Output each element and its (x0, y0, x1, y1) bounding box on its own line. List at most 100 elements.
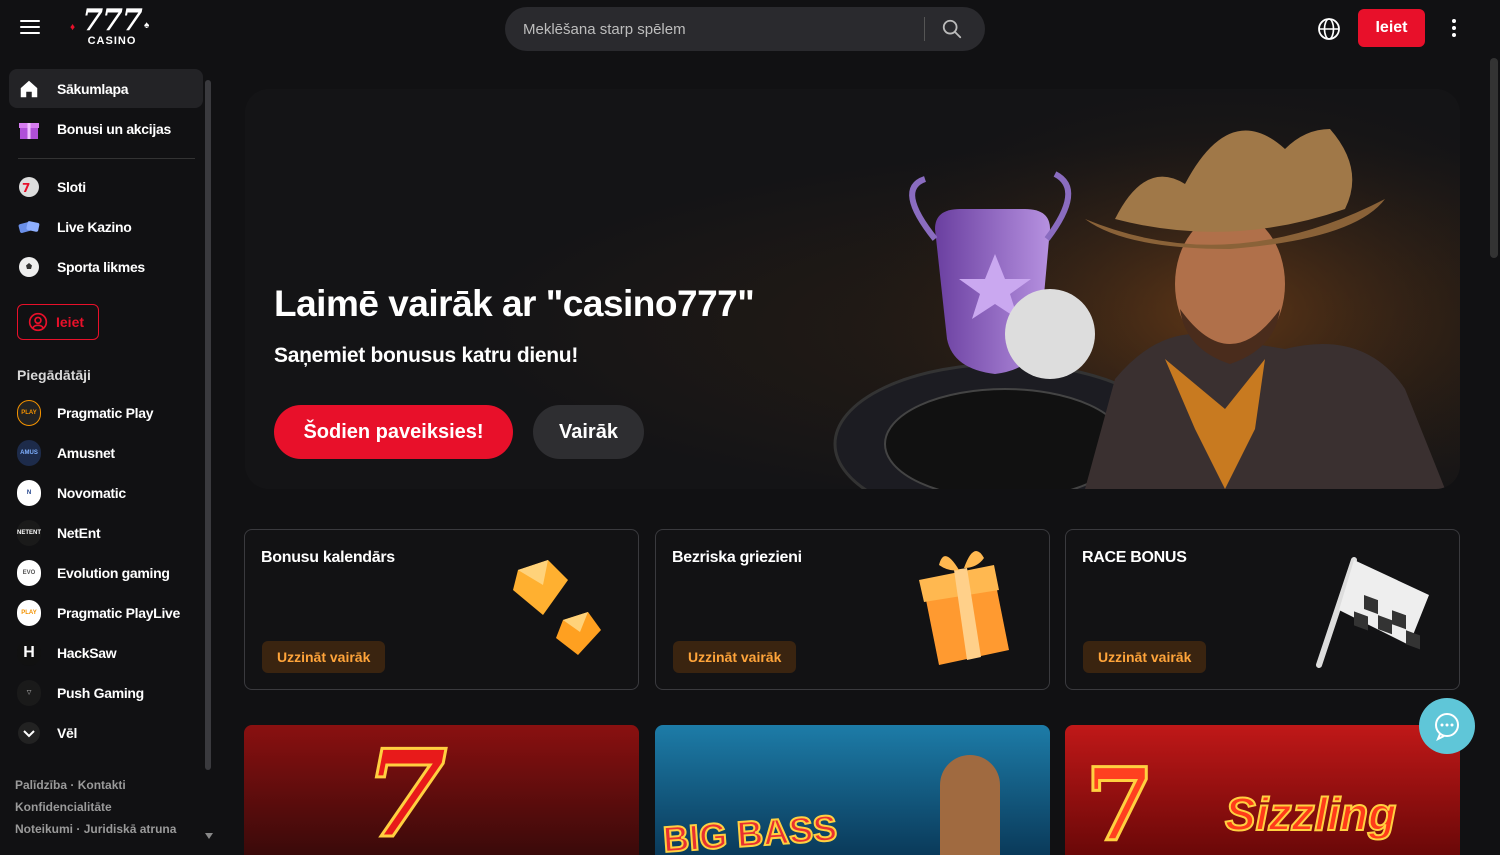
help-link[interactable]: Palīdzība (15, 778, 67, 792)
sidebar-item-label: Sākumlapa (57, 80, 129, 97)
sidebar-item-label: NetEnt (57, 524, 101, 541)
hero-subtitle: Saņemiet bonusus katru dienu! (274, 344, 579, 367)
promo-card-risk-free-spins[interactable]: Bezriska griezieni Uzzināt vairāk (655, 529, 1050, 690)
footer-links-row-2: Konfidencialitāte (15, 800, 112, 814)
more-button[interactable]: Vairāk (533, 405, 644, 459)
terms-link[interactable]: Noteikumi (15, 822, 73, 836)
live-casino-icon (17, 215, 41, 239)
casino777-logo[interactable]: ♦ 777 ♠ CASINO (70, 6, 154, 50)
sidebar-login-button[interactable]: Ieiet (17, 304, 99, 340)
scroll-down-arrow-icon[interactable] (205, 833, 213, 839)
promo-title: Bonusu kalendārs (261, 549, 395, 566)
promo-card-bonus-calendar[interactable]: Bonusu kalendārs Uzzināt vairāk (244, 529, 639, 690)
more-options-icon[interactable] (1446, 19, 1462, 39)
footer-dot: · (70, 778, 75, 792)
game-tile-sizzling-hot[interactable]: 7 Sizzling (1065, 725, 1460, 855)
footer-dot: · (76, 822, 81, 836)
seven-icon: 7 (1084, 746, 1157, 855)
sidebar-item-label: Vēl (57, 724, 78, 741)
svg-text:7: 7 (22, 181, 30, 195)
evolution-icon: EVO (17, 559, 41, 586)
sidebar-item-label: Novomatic (57, 484, 126, 501)
sidebar-item-label: Pragmatic PlayLive (57, 604, 180, 621)
globe-icon[interactable] (1317, 17, 1341, 41)
slots-icon: 7 (17, 175, 41, 199)
cowboy-illustration (785, 89, 1460, 489)
logo-number: 777 (82, 3, 143, 38)
sidebar-item-hacksaw[interactable]: H HackSaw (9, 633, 203, 672)
sidebar-item-more[interactable]: Vēl (9, 713, 203, 752)
learn-more-button[interactable]: Uzzināt vairāk (1083, 641, 1207, 673)
sidebar-item-home[interactable]: Sākumlapa (9, 69, 203, 108)
learn-more-button[interactable]: Uzzināt vairāk (673, 641, 797, 673)
sidebar-scrollbar[interactable] (205, 80, 211, 770)
gift-box-icon (919, 550, 1009, 665)
search-input[interactable] (523, 7, 923, 51)
sidebar-item-label: HackSaw (57, 644, 117, 661)
push-gaming-icon: ▽ (17, 679, 41, 706)
sidebar-item-label: Push Gaming (57, 684, 144, 701)
legal-link[interactable]: Juridiskā atruna (84, 822, 177, 836)
learn-more-button[interactable]: Uzzināt vairāk (262, 641, 386, 673)
promo-card-race-bonus[interactable]: RACE BONUS Uzzināt vairāk (1065, 529, 1460, 690)
promo-title: RACE BONUS (1082, 549, 1187, 566)
game-tile-777[interactable]: 7 (244, 725, 639, 855)
hacksaw-icon: H (17, 639, 41, 666)
search-bar (505, 7, 985, 51)
pragmatic-play-icon: PLAY (17, 399, 41, 426)
sidebar-login-label: Ieiet (56, 314, 85, 330)
sidebar-item-bonuses[interactable]: Bonusi un akcijas (9, 109, 203, 148)
gift-icon (17, 117, 41, 141)
search-divider (924, 17, 925, 41)
hero-title: Laimē vairāk ar "casino777" (274, 283, 755, 324)
checkered-flag-icon (1316, 557, 1429, 668)
game-tile-big-bass[interactable]: BIG BASS (655, 725, 1050, 855)
top-bar: ♦ 777 ♠ CASINO Ieiet (0, 0, 1500, 58)
sidebar-item-label: Bonusi un akcijas (57, 120, 171, 137)
footer-links-row-3: Noteikumi · Juridiskā atruna (15, 822, 176, 836)
sidebar-item-label: Evolution gaming (57, 564, 170, 581)
chat-icon (1435, 713, 1459, 741)
sidebar-item-evolution[interactable]: EVO Evolution gaming (9, 553, 203, 592)
fisherman-icon (940, 755, 1000, 855)
footer-links-row-1: Palīdzība · Kontakti (15, 778, 126, 792)
sidebar-divider (18, 158, 195, 159)
game-title: Sizzling (1224, 787, 1397, 841)
sidebar-item-novomatic[interactable]: N Novomatic (9, 473, 203, 512)
chat-button[interactable] (1419, 698, 1475, 754)
diamond-icon (513, 560, 601, 655)
contacts-link[interactable]: Kontakti (78, 778, 126, 792)
sidebar-item-pragmatic-play[interactable]: PLAY Pragmatic Play (9, 393, 203, 432)
sidebar-item-amusnet[interactable]: AMUS Amusnet (9, 433, 203, 472)
sidebar-item-label: Sporta likmes (57, 258, 145, 275)
menu-icon[interactable] (20, 20, 40, 34)
sidebar-item-label: Live Kazino (57, 218, 132, 235)
promo-title: Bezriska griezieni (672, 549, 802, 566)
netent-icon: NETENT (17, 519, 41, 546)
sidebar: Sākumlapa Bonusi un akcijas 7 Sloti Live… (0, 58, 215, 844)
sidebar-item-label: Pragmatic Play (57, 404, 154, 421)
pragmatic-live-icon: PLAY (17, 599, 41, 626)
sidebar-item-netent[interactable]: NETENT NetEnt (9, 513, 203, 552)
game-title: 7 (363, 725, 449, 855)
sidebar-item-label: Amusnet (57, 444, 115, 461)
chevron-down-icon (17, 721, 41, 745)
sidebar-item-sports[interactable]: Sporta likmes (9, 247, 203, 286)
amusnet-icon: AMUS (17, 439, 41, 466)
search-icon[interactable] (941, 18, 963, 40)
diamond-suit-icon: ♦ (70, 22, 76, 33)
home-icon (17, 77, 41, 101)
hero-banner: Laimē vairāk ar "casino777" Saņemiet bon… (245, 89, 1460, 489)
game-title: BIG BASS (661, 806, 839, 855)
lucky-today-button[interactable]: Šodien paveiksies! (274, 405, 513, 459)
login-button[interactable]: Ieiet (1358, 9, 1425, 47)
privacy-link[interactable]: Konfidencialitāte (15, 800, 112, 814)
sidebar-item-slots[interactable]: 7 Sloti (9, 167, 203, 206)
sidebar-item-pragmatic-live[interactable]: PLAY Pragmatic PlayLive (9, 593, 203, 632)
providers-heading: Piegādātāji (17, 367, 91, 383)
sidebar-item-push-gaming[interactable]: ▽ Push Gaming (9, 673, 203, 712)
sidebar-item-live-casino[interactable]: Live Kazino (9, 207, 203, 246)
main-scrollbar[interactable] (1490, 58, 1498, 258)
soccer-ball-icon (17, 255, 41, 279)
sidebar-item-label: Sloti (57, 178, 86, 195)
